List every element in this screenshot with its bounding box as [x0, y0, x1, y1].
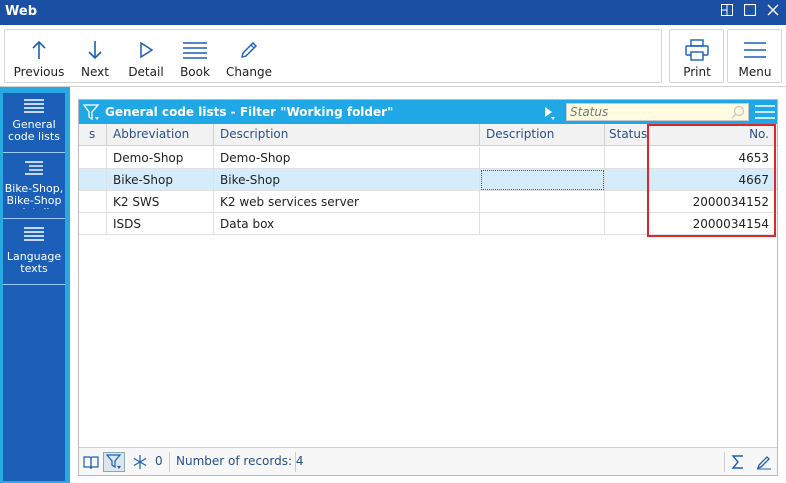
book-icon[interactable] [81, 452, 101, 472]
print-button[interactable]: Print [670, 30, 724, 84]
cell-s [79, 213, 107, 235]
cell-description: Data box [214, 213, 480, 235]
sidebar-item-language-texts[interactable]: Language texts [3, 221, 65, 285]
list-icon [3, 225, 65, 243]
record-count: Number of records: 4 [176, 454, 304, 468]
column-header-description[interactable]: Description [214, 124, 480, 146]
list-icon [3, 159, 65, 177]
book-label: Book [180, 65, 210, 79]
cell-abbreviation: ISDS [107, 213, 214, 235]
sidebar-inner: General code lists Bike-Shop, Bike-Shop … [3, 93, 65, 481]
filter-icon[interactable] [82, 104, 101, 125]
sidebar: General code lists Bike-Shop, Bike-Shop … [0, 87, 70, 483]
cell-description-2 [480, 191, 605, 213]
window-titlebar: Web [0, 0, 786, 25]
cell-description: K2 web services server [214, 191, 480, 213]
cell-no: 2000034152 [692, 195, 769, 209]
cell-description: Demo-Shop [214, 147, 480, 169]
sidebar-item-label: General code lists [8, 118, 60, 143]
grid-header: s Abbreviation Description Description S… [79, 124, 777, 146]
change-button[interactable]: Change [223, 30, 275, 84]
restore-icon[interactable] [718, 3, 736, 21]
table-row[interactable]: K2 SWS K2 web services server 2000034152 [79, 191, 777, 213]
footer-divider [169, 452, 170, 472]
cell-s [79, 169, 107, 191]
cell-abbreviation: Bike-Shop [107, 169, 214, 191]
code-lists-panel: General code lists - Filter "Working fol… [78, 99, 778, 476]
table-row[interactable]: Demo-Shop Demo-Shop 4653 [79, 147, 777, 169]
panel-header: General code lists - Filter "Working fol… [79, 100, 777, 124]
next-button[interactable]: Next [73, 30, 117, 84]
table-row-selected[interactable]: Bike-Shop Bike-Shop 4667 [79, 169, 777, 191]
footer-divider [295, 452, 296, 472]
column-header-description-2[interactable]: Description [480, 124, 605, 146]
detail-label: Detail [128, 65, 164, 79]
cell-status [605, 213, 648, 235]
window-title: Web [5, 4, 37, 19]
cell-description-2-focused[interactable] [480, 169, 605, 191]
column-header-status[interactable]: Status [605, 124, 648, 146]
cell-s [79, 191, 107, 213]
sidebar-item-label: Bike-Shop, Bike-Shop detail [4, 182, 64, 210]
column-header-abbreviation[interactable]: Abbreviation [107, 124, 214, 146]
list-icon [3, 97, 65, 115]
previous-button[interactable]: Previous [11, 30, 67, 84]
sidebar-item-bike-shop[interactable]: Bike-Shop, Bike-Shop detail [3, 155, 65, 219]
menu-button[interactable]: Menu [728, 30, 782, 84]
hamburger-icon[interactable] [755, 104, 775, 123]
column-header-no[interactable]: No. [648, 124, 777, 146]
snowflake-icon[interactable] [131, 452, 149, 472]
sidebar-item-label: Language texts [6, 250, 62, 275]
cell-status [605, 147, 648, 169]
column-header-s[interactable]: s [79, 124, 107, 146]
sigma-icon[interactable] [729, 452, 747, 472]
play-icon [123, 38, 169, 62]
maximize-icon[interactable] [741, 3, 759, 21]
toolbar-menu-group: Menu [727, 29, 782, 83]
cell-description-2 [480, 213, 605, 235]
cell-abbreviation: K2 SWS [107, 191, 214, 213]
cell-status [605, 169, 648, 191]
arrow-down-icon [73, 38, 117, 62]
change-label: Change [226, 65, 272, 79]
sidebar-item-general-code-lists[interactable]: General code lists [3, 93, 65, 153]
arrow-up-icon [11, 38, 67, 62]
pencil-icon[interactable] [755, 452, 773, 472]
cell-status [605, 191, 648, 213]
pencil-icon [223, 38, 275, 62]
search-icon[interactable] [731, 105, 745, 122]
detail-button[interactable]: Detail [123, 30, 169, 84]
toolbar: Previous Next Detail Book Change Print M… [0, 25, 786, 87]
table-row[interactable]: ISDS Data box 2000034154 [79, 213, 777, 235]
panel-footer: 0 Number of records: 4 [79, 447, 777, 475]
toolbar-print-group: Print [669, 29, 724, 83]
cell-description-2 [480, 147, 605, 169]
play-icon[interactable] [543, 106, 557, 125]
print-label: Print [683, 65, 711, 79]
filter-toggle-icon[interactable] [103, 452, 125, 472]
hamburger-icon [728, 38, 782, 62]
list-icon [175, 38, 215, 62]
status-search-input[interactable] [566, 103, 749, 121]
next-label: Next [81, 65, 109, 79]
cell-no: 2000034154 [692, 217, 769, 231]
cell-no: 4653 [738, 151, 769, 165]
cell-no: 4667 [738, 173, 769, 187]
toolbar-main-group: Previous Next Detail Book Change [4, 29, 662, 83]
filter-count: 0 [155, 454, 163, 468]
footer-divider [724, 452, 725, 472]
panel-title: General code lists - Filter "Working fol… [105, 105, 394, 119]
close-icon[interactable] [764, 3, 782, 21]
menu-label: Menu [738, 65, 772, 79]
previous-label: Previous [13, 65, 65, 79]
printer-icon [670, 38, 724, 62]
cell-description: Bike-Shop [214, 169, 480, 191]
cell-abbreviation: Demo-Shop [107, 147, 214, 169]
book-button[interactable]: Book [175, 30, 215, 84]
cell-s [79, 147, 107, 169]
